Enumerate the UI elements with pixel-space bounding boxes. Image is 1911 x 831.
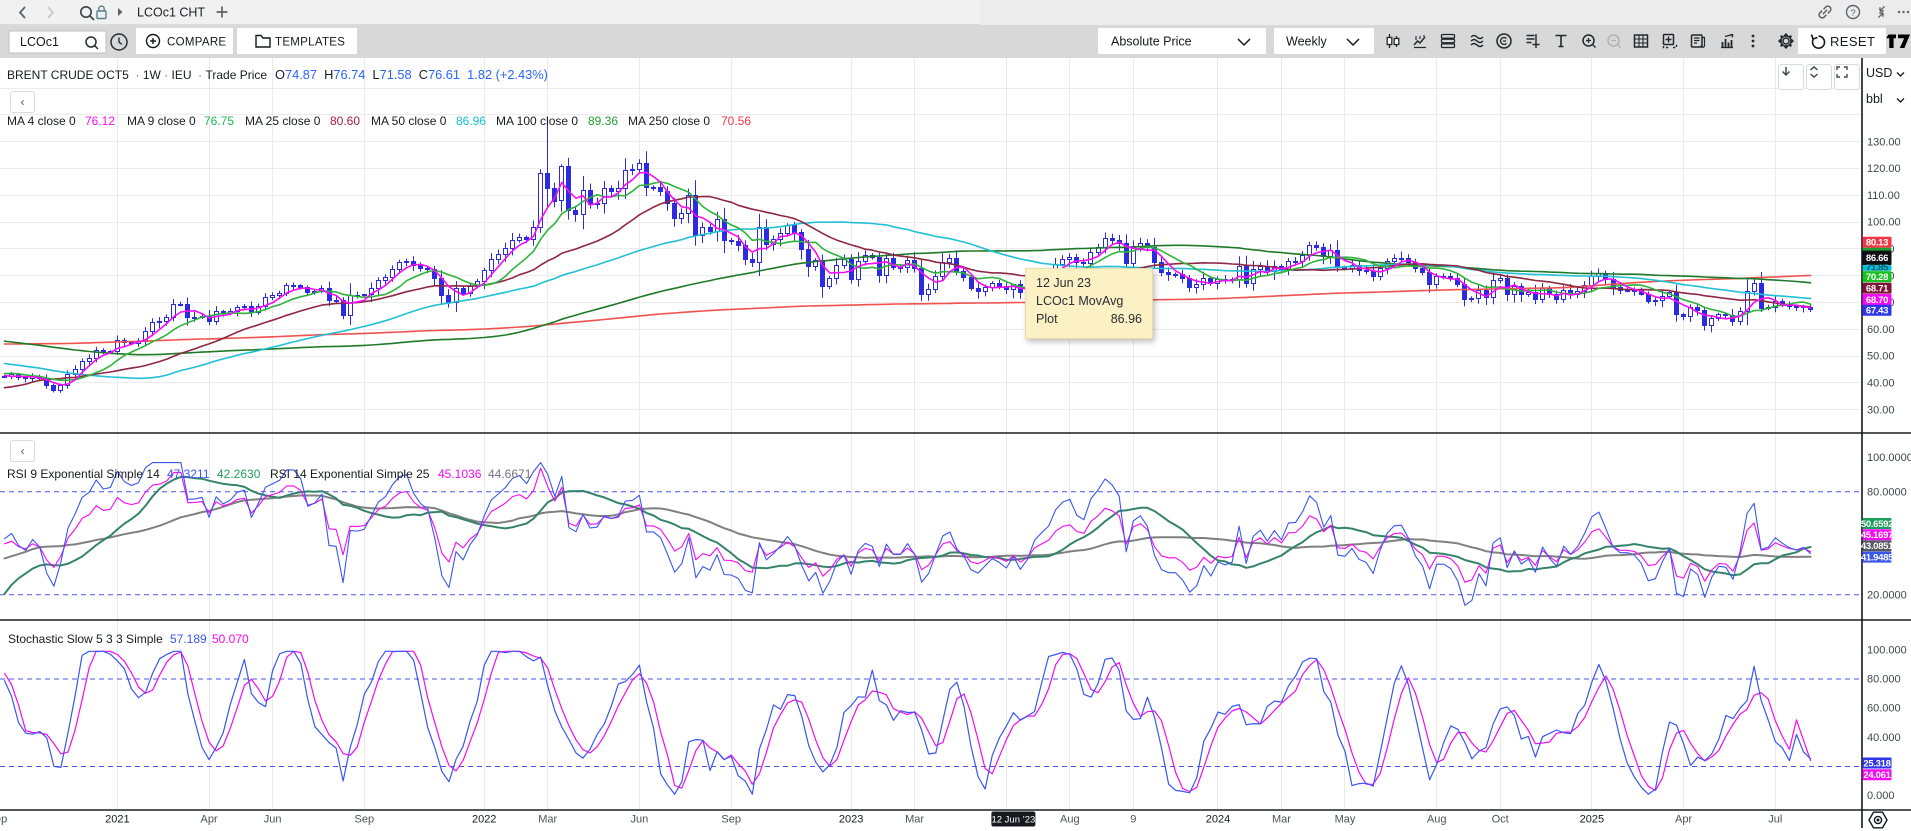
svg-text:110.00: 110.00 <box>1867 190 1900 202</box>
svg-text:Jun: Jun <box>264 814 282 826</box>
svg-text:67.43: 67.43 <box>1866 306 1888 317</box>
svg-text:40.000: 40.000 <box>1867 732 1901 744</box>
svg-text:68.70: 68.70 <box>1866 295 1888 306</box>
svg-text:50.00: 50.00 <box>1867 351 1895 363</box>
svg-text:40.00: 40.00 <box>1867 378 1895 390</box>
svg-text:20.0000: 20.0000 <box>1867 589 1907 601</box>
svg-text:Mar: Mar <box>538 814 557 826</box>
svg-text:Sep: Sep <box>0 814 7 826</box>
svg-text:2021: 2021 <box>105 814 129 826</box>
svg-text:2023: 2023 <box>839 814 863 826</box>
svg-text:Apr: Apr <box>1675 814 1692 826</box>
svg-text:80.13: 80.13 <box>1866 238 1888 249</box>
svg-text:24.061: 24.061 <box>1863 770 1891 781</box>
svg-text:60.00: 60.00 <box>1867 324 1895 336</box>
svg-text:12 Jun ’23: 12 Jun ’23 <box>991 815 1035 826</box>
svg-text:100.0000: 100.0000 <box>1867 452 1911 464</box>
svg-text:Mar: Mar <box>905 814 924 826</box>
svg-text:Oct: Oct <box>1492 814 1509 826</box>
svg-text:30.00: 30.00 <box>1867 404 1895 416</box>
svg-text:80.0000: 80.0000 <box>1867 486 1907 498</box>
svg-text:45.1697: 45.1697 <box>1861 530 1893 541</box>
svg-text:2022: 2022 <box>472 814 496 826</box>
svg-text:41.9485: 41.9485 <box>1861 552 1894 563</box>
svg-text:9: 9 <box>1130 814 1136 826</box>
svg-text:Apr: Apr <box>201 814 218 826</box>
svg-text:50.6592: 50.6592 <box>1861 519 1893 530</box>
svg-text:70.28: 70.28 <box>1866 272 1888 283</box>
svg-text:60.000: 60.000 <box>1867 703 1901 715</box>
svg-text:100.00: 100.00 <box>1867 217 1901 229</box>
svg-text:Jun: Jun <box>631 814 649 826</box>
svg-text:100.000: 100.000 <box>1867 644 1907 656</box>
svg-text:130.00: 130.00 <box>1867 136 1901 148</box>
svg-text:Aug: Aug <box>1427 814 1447 826</box>
svg-text:2025: 2025 <box>1580 814 1604 826</box>
svg-text:25.318: 25.318 <box>1863 758 1890 769</box>
svg-text:68.71: 68.71 <box>1866 283 1889 294</box>
svg-text:May: May <box>1335 814 1356 826</box>
svg-text:120.00: 120.00 <box>1867 163 1901 175</box>
svg-text:Aug: Aug <box>1060 814 1080 826</box>
svg-text:2024: 2024 <box>1206 814 1230 826</box>
svg-text:Mar: Mar <box>1272 814 1291 826</box>
svg-text:Jul: Jul <box>1768 814 1782 826</box>
svg-text:Sep: Sep <box>355 814 375 826</box>
svg-text:Sep: Sep <box>721 814 741 826</box>
svg-text:0.000: 0.000 <box>1867 790 1895 802</box>
svg-text:80.000: 80.000 <box>1867 674 1901 686</box>
svg-text:43.0851: 43.0851 <box>1861 541 1894 552</box>
